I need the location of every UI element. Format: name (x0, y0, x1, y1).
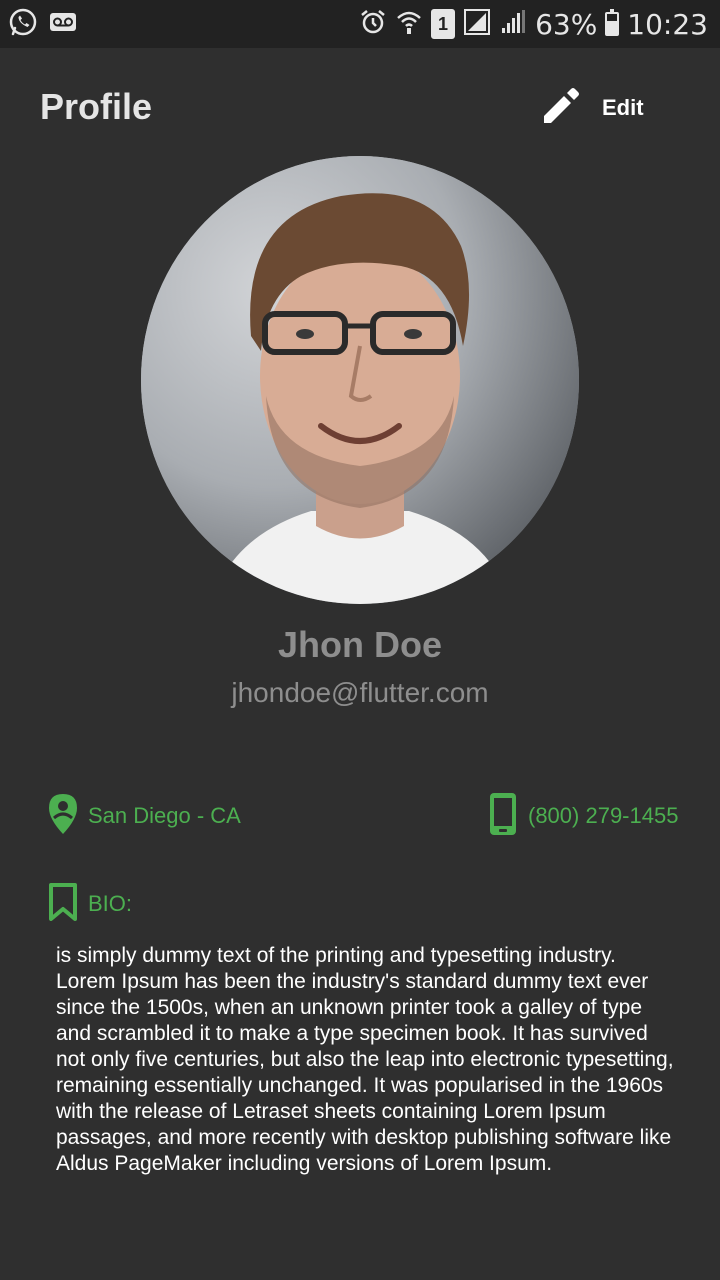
smartphone-icon (488, 792, 518, 841)
pencil-icon (540, 85, 582, 132)
edit-button[interactable]: Edit (540, 86, 644, 130)
battery-fill (607, 21, 618, 34)
battery-percent: 63% (535, 7, 598, 41)
bio-text: is simply dummy text of the printing and… (56, 944, 674, 1175)
battery-icon (605, 9, 620, 36)
signal-icon (463, 8, 491, 41)
signal-icon (499, 8, 527, 41)
avatar-photo (141, 156, 579, 604)
status-bar: 1 63% 10:23 (0, 0, 720, 48)
avatar (141, 156, 579, 604)
alarm-icon (359, 8, 387, 41)
location-pin-icon (48, 793, 78, 840)
bio-label: BIO: (88, 891, 133, 916)
edit-label: Edit (602, 95, 644, 120)
status-left-icons (8, 0, 78, 48)
location-info: San Diego - CA (48, 793, 241, 840)
whatsapp-icon (8, 7, 38, 42)
profile-email: jhondoe@flutter.com (231, 677, 489, 708)
status-right-icons: 1 63% 10:23 (359, 0, 708, 48)
voicemail-icon (48, 7, 78, 42)
profile-name: Jhon Doe (277, 624, 442, 665)
bookmark-icon (48, 882, 78, 926)
bio-header: BIO: (48, 882, 133, 926)
phone-text: (800) 279-1455 (528, 803, 679, 828)
wifi-icon (395, 8, 423, 41)
status-time: 10:23 (627, 7, 708, 41)
phone-info[interactable]: (800) 279-1455 (488, 792, 679, 841)
sim-slot-badge: 1 (431, 9, 456, 39)
page-title: Profile (40, 86, 153, 127)
location-text: San Diego - CA (88, 803, 241, 828)
